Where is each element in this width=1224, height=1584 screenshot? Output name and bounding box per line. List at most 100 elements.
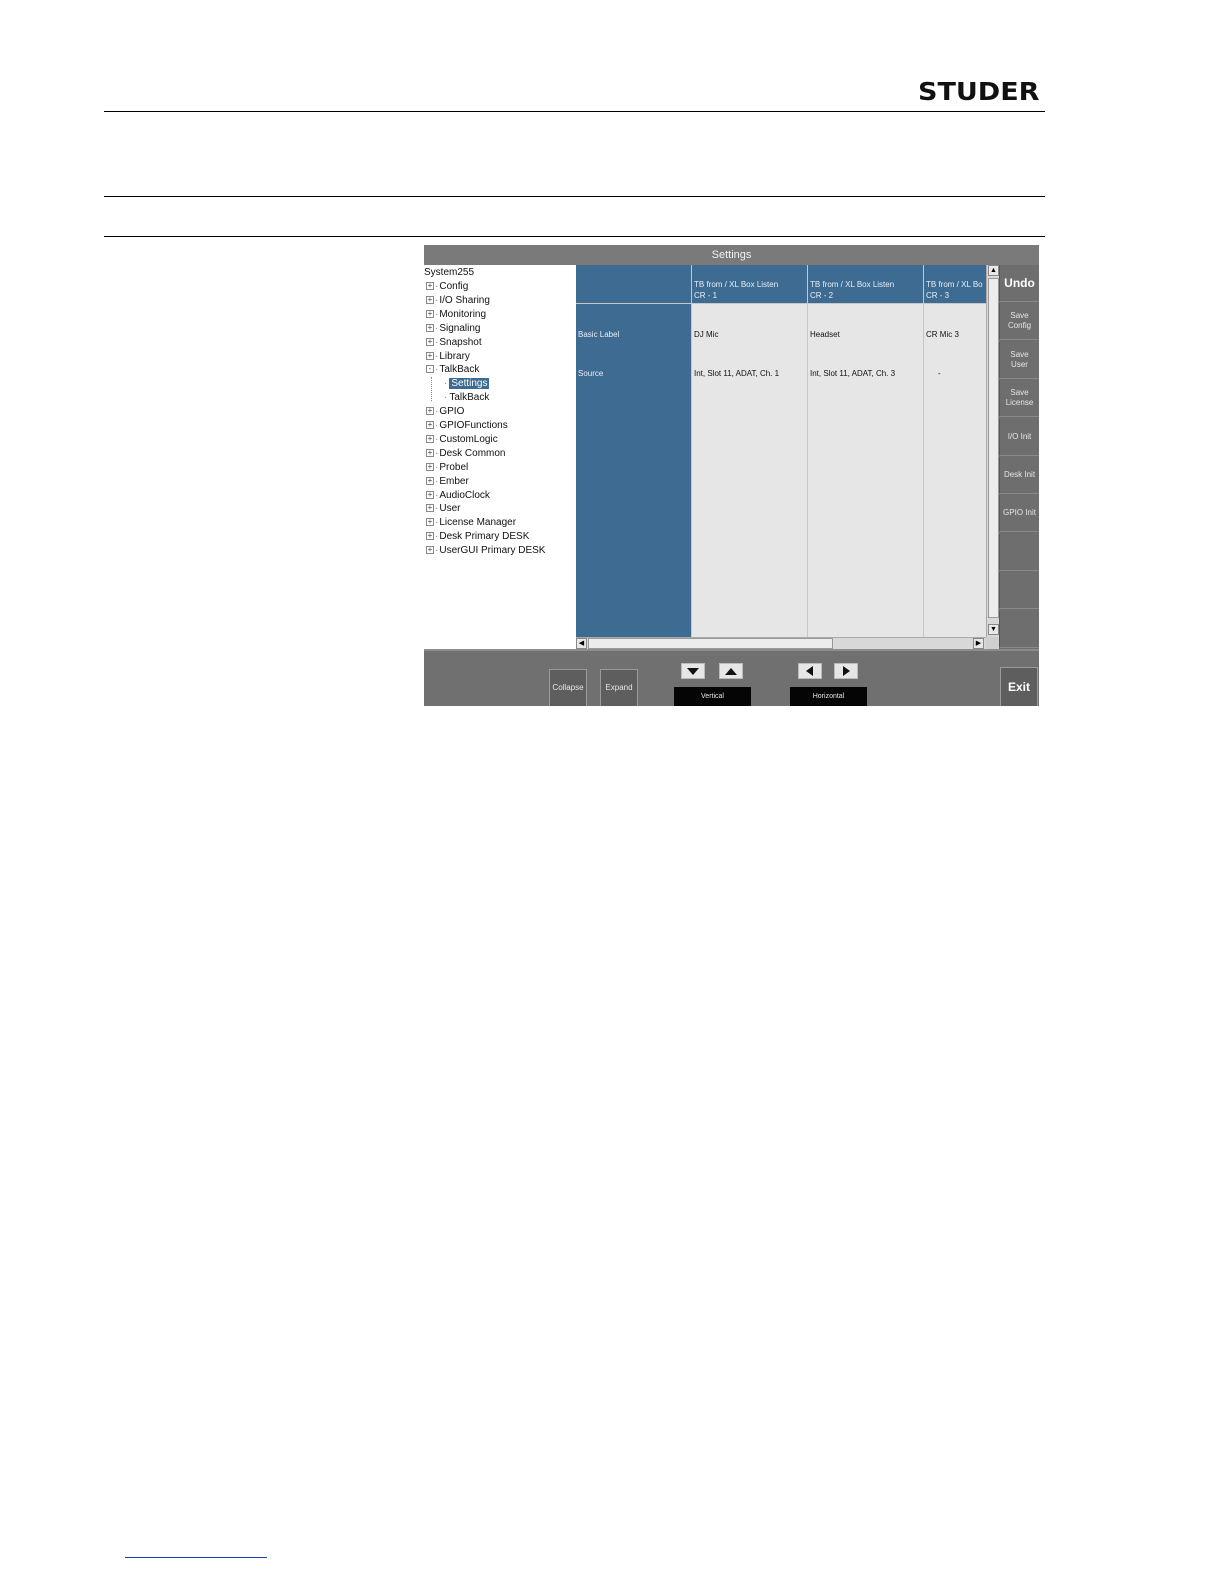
grid-cell[interactable] [924,577,986,616]
gpio-init-button[interactable]: GPIO Init [999,495,1039,533]
tree-item[interactable]: + ·Desk Primary DESK [426,530,529,544]
expand-node-icon[interactable]: + [426,282,434,290]
expand-node-icon[interactable]: + [426,546,434,555]
tree-item[interactable]: + ·AudioClock [426,489,490,503]
grid-cell[interactable] [808,421,923,460]
grid-cell[interactable] [692,616,807,637]
tree-item[interactable]: + ·GPIOFunctions [426,419,508,433]
grid-cell[interactable] [808,460,923,499]
grid-cell[interactable] [808,382,923,421]
tree-item[interactable]: + ·User [426,502,460,516]
tree-item[interactable]: + ·Config [426,280,468,294]
row-header[interactable] [576,460,691,499]
scroll-right-button[interactable] [834,663,858,679]
grid-cell[interactable] [924,460,986,499]
tree-item[interactable]: + ·Snapshot [426,336,482,350]
scroll-up-button[interactable] [719,663,743,679]
expand-node-icon[interactable]: + [426,518,434,527]
grid-cell[interactable] [924,382,986,421]
scroll-thumb[interactable] [988,278,999,618]
tree-child-item[interactable]: · TalkBack [444,391,489,405]
tree-item[interactable]: + ·License Manager [426,516,516,530]
scroll-up-icon[interactable]: ▲ [988,265,999,276]
expand-node-icon[interactable]: + [426,337,434,346]
scroll-left-button[interactable] [798,663,822,679]
expand-node-icon[interactable]: + [426,448,434,457]
horizontal-scrollbar[interactable]: ◀ ▶ [576,637,986,649]
save-user-button[interactable]: Save User [999,341,1039,379]
column-header[interactable]: TB from / XL Box Listen CR - 1 [692,265,807,303]
grid-cell[interactable] [808,577,923,616]
row-header[interactable]: Basic Label [576,304,691,343]
io-init-button[interactable]: I/O Init [999,418,1039,456]
grid-cell[interactable] [924,499,986,538]
expand-node-icon[interactable]: + [426,504,434,513]
grid-cell[interactable] [808,499,923,538]
grid-cell[interactable]: DJ Mic [692,304,807,343]
expand-node-icon[interactable]: + [426,462,434,471]
tree-item[interactable]: - ·TalkBack [426,363,479,377]
collapse-node-icon[interactable]: - [426,365,434,374]
exit-button[interactable]: Exit [1000,667,1038,706]
expand-node-icon[interactable]: + [426,490,434,499]
row-header[interactable] [576,616,691,637]
row-header[interactable] [576,421,691,460]
column-header[interactable]: TB from / XL Bo CR - 3 [924,265,986,303]
grid-cell[interactable] [808,538,923,577]
vertical-scrollbar[interactable]: ▲ ▼ [986,265,999,637]
grid-cell[interactable] [692,538,807,577]
row-header[interactable] [576,499,691,538]
row-header[interactable] [576,382,691,421]
save-config-button[interactable]: Save Config [999,303,1039,341]
tree-item[interactable]: + ·Library [426,350,470,364]
grid-cell[interactable]: - [924,343,986,382]
tree-item[interactable]: + ·Probel [426,461,468,475]
tree-item[interactable]: + ·UserGUI Primary DESK [426,544,545,558]
scroll-thumb-horizontal[interactable] [588,638,833,649]
expand-node-icon[interactable]: + [426,421,434,429]
tree-child-item[interactable]: · Settings [444,377,490,391]
scroll-left-icon[interactable]: ◀ [576,638,587,649]
row-header[interactable]: Source [576,343,691,382]
grid-cell[interactable] [692,460,807,499]
tree-item[interactable]: + ·Ember [426,475,469,489]
expand-node-icon[interactable]: + [426,309,434,318]
grid-corner-header[interactable] [576,265,691,303]
tree-item[interactable]: + ·Monitoring [426,308,486,322]
expand-node-icon[interactable]: + [426,323,434,332]
collapse-button[interactable]: Collapse [549,669,587,706]
desk-init-button[interactable]: Desk Init [999,457,1039,494]
tree-item[interactable]: + ·CustomLogic [426,433,498,447]
scroll-down-button[interactable] [681,663,705,679]
grid-cell[interactable] [692,577,807,616]
tree-item[interactable]: + ·Desk Common [426,447,505,461]
grid-cell[interactable] [808,616,923,637]
scroll-down-icon[interactable]: ▼ [988,624,999,635]
grid-cell[interactable] [692,421,807,460]
expand-node-icon[interactable]: + [426,351,434,360]
scroll-right-icon[interactable]: ▶ [973,638,984,649]
grid-cell[interactable] [924,616,986,637]
tree-item[interactable]: + ·I/O Sharing [426,294,490,308]
grid-cell[interactable] [692,499,807,538]
column-header[interactable]: TB from / XL Box Listen CR - 2 [808,265,923,303]
grid-cell[interactable] [924,421,986,460]
grid-cell[interactable]: Int, Slot 11, ADAT, Ch. 3 [808,343,923,382]
tree-root[interactable]: System255 [424,266,474,280]
row-header[interactable] [576,538,691,577]
tree-item[interactable]: + ·Signaling [426,322,481,336]
expand-node-icon[interactable]: + [426,407,434,416]
expand-button[interactable]: Expand [600,669,638,706]
grid-cell[interactable] [924,538,986,577]
undo-button[interactable]: Undo [999,265,1039,302]
expand-node-icon[interactable]: + [426,434,434,443]
grid-cell[interactable]: CR Mic 3 [924,304,986,343]
expand-node-icon[interactable]: + [426,295,434,304]
expand-node-icon[interactable]: + [426,532,434,541]
expand-node-icon[interactable]: + [426,476,434,485]
grid-cell[interactable] [692,382,807,421]
grid-cell[interactable]: Headset [808,304,923,343]
save-license-button[interactable]: Save License [999,380,1039,418]
tree-item[interactable]: + ·GPIO [426,405,464,419]
grid-cell[interactable]: Int, Slot 11, ADAT, Ch. 1 [692,343,807,382]
